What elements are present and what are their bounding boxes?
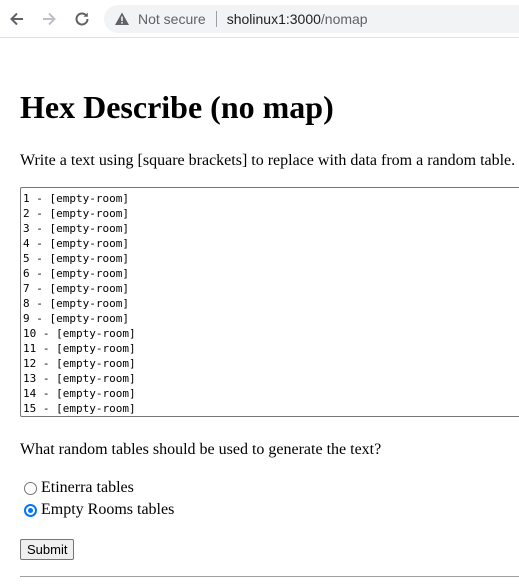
url-host: sholinux1:3000 [226,11,321,27]
url-path: /nomap [320,11,368,27]
security-label[interactable]: Not secure [138,11,206,27]
radio-option-etinerra[interactable]: Etinerra tables [24,479,134,497]
forward-button[interactable] [38,8,60,30]
url-text[interactable]: sholinux1:3000/nomap [227,11,368,27]
radio-button[interactable] [24,481,37,495]
submit-button[interactable]: Submit [20,539,75,560]
intro-text: Write a text using [square brackets] to … [20,152,516,169]
tables-question: What random tables should be used to gen… [20,441,382,458]
radio-label: Empty Rooms tables [41,501,175,518]
back-button[interactable] [6,8,28,30]
arrow-left-icon [10,12,23,26]
radio-label: Etinerra tables [41,479,134,496]
browser-toolbar: Not secure sholinux1:3000/nomap [0,0,519,38]
radio-option-empty-rooms[interactable]: Empty Rooms tables [24,501,174,519]
page-title: Hex Describe (no map) [20,89,334,125]
arrow-right-icon [43,12,56,26]
template-textarea[interactable]: 1 - [empty-room] 2 - [empty-room] 3 - [e… [20,187,519,417]
address-separator [215,11,217,27]
warning-icon [115,12,129,25]
radio-button[interactable] [24,503,37,517]
reload-icon [75,12,89,26]
reload-button[interactable] [71,8,93,30]
address-bar[interactable]: Not secure sholinux1:3000/nomap [104,5,519,33]
divider [20,576,519,577]
